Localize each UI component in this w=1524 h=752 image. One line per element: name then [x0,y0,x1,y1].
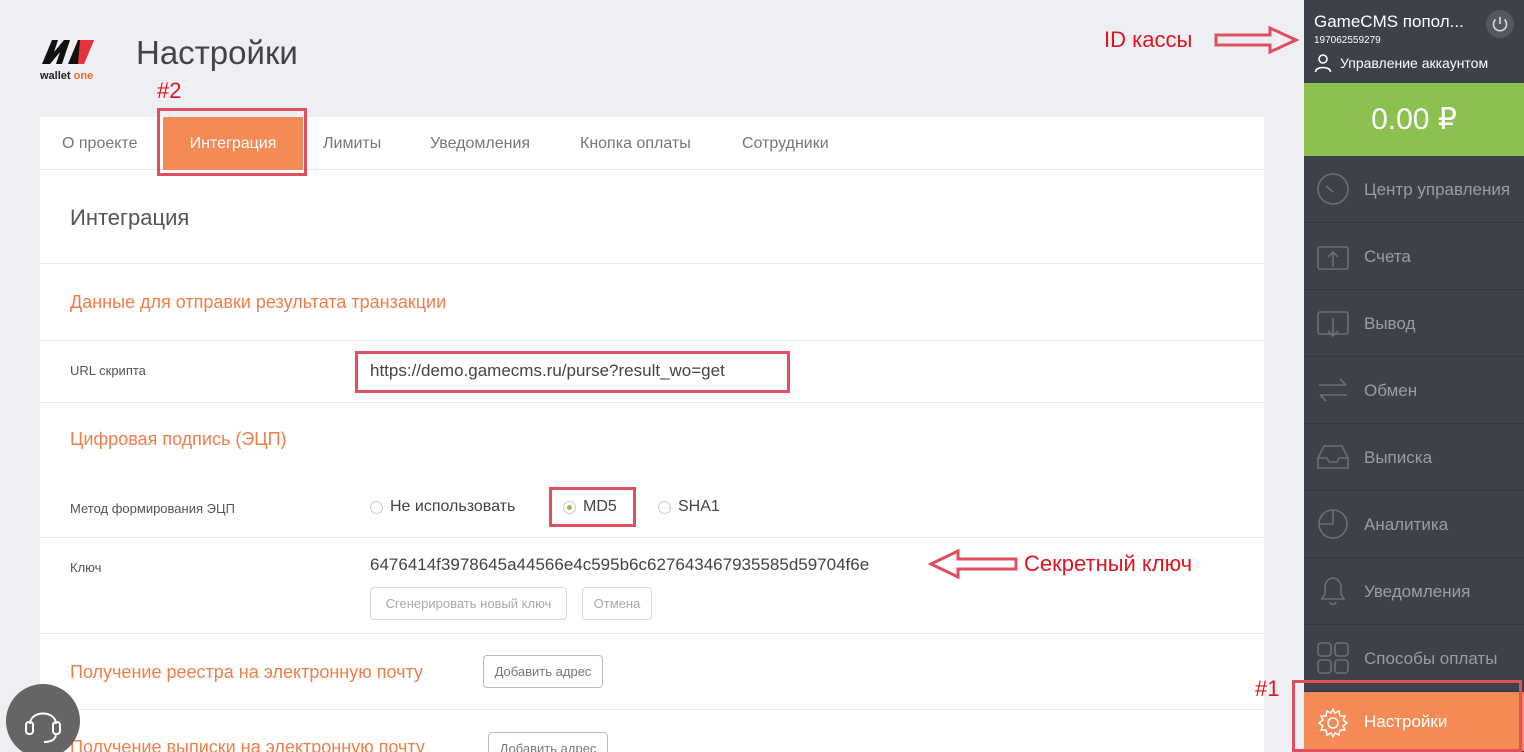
balance: 0.00 ₽ [1304,83,1524,156]
arrow-right-icon [1214,25,1300,55]
divider [40,402,1264,403]
settings-card: О проекте Интеграция Лимиты Уведомления … [40,117,1264,752]
statement-section-title: Получение выписки на электронную почту [70,737,425,752]
speedometer-icon [1317,173,1349,205]
annotation-marker-1: #1 [1255,676,1280,701]
annotation-marker-2: #2 [157,78,182,103]
tab-notifications[interactable]: Уведомления [430,117,530,170]
add-statement-address-button[interactable]: Добавить адрес [488,732,608,752]
radio-md5[interactable]: MD5 [563,498,617,516]
signature-section-title: Цифровая подпись (ЭЦП) [70,429,287,449]
sidebar: GameCMS попол... 197062559279 Управление… [1304,0,1524,752]
settings-tabs: О проекте Интеграция Лимиты Уведомления … [40,117,1264,170]
radio-dot [370,500,383,514]
wallet-one-logo[interactable]: wallet one [40,36,100,84]
gear-icon [1317,707,1349,739]
tab-integration[interactable]: Интеграция [163,117,303,170]
wallet-down-icon [1317,311,1349,338]
tab-payment-button[interactable]: Кнопка оплаты [580,117,691,170]
inbox-tray-icon [1317,445,1349,469]
tab-employees[interactable]: Сотрудники [742,117,829,170]
divider [40,537,1264,538]
sidebar-item-invoices[interactable]: Счета [1304,223,1524,290]
radio-dot [658,500,671,514]
annotation-secret-key: Секретный ключ [1024,551,1193,576]
sidebar-item-withdrawal[interactable]: Вывод [1304,290,1524,357]
arrow-left-icon [928,548,1018,580]
page-title: Настройки [136,34,298,71]
radio-label: SHA1 [678,498,720,515]
sidebar-item-dashboard[interactable]: Центр управления [1304,156,1524,223]
cancel-button[interactable]: Отмена [582,587,652,620]
sidebar-item-settings[interactable]: Настройки [1304,692,1524,752]
key-label: Ключ [70,560,102,575]
transaction-section-title: Данные для отправки результата транзакци… [70,292,447,312]
method-label: Метод формирования ЭЦП [70,501,235,516]
sidebar-item-statement[interactable]: Выписка [1304,424,1524,491]
annotation-cash-id: ID кассы [1104,27,1193,52]
radio-sha1[interactable]: SHA1 [658,498,720,516]
sidebar-item-payment-methods[interactable]: Способы оплаты [1304,625,1524,692]
exchange-arrows-icon [1319,378,1347,402]
radio-label: Не использовать [390,498,516,515]
integration-title: Интеграция [70,205,190,230]
registry-section-title: Получение реестра на электронную почту [70,662,423,682]
grid-icon [1317,642,1349,674]
sidebar-item-analytics[interactable]: Аналитика [1304,491,1524,558]
sidebar-item-exchange[interactable]: Обмен [1304,357,1524,424]
add-registry-address-button[interactable]: Добавить адрес [483,655,603,688]
user-icon [1314,54,1332,73]
power-button[interactable] [1486,10,1514,38]
radio-dot-selected [563,500,576,514]
headset-icon [25,712,61,743]
divider [40,263,1264,264]
url-label: URL скрипта [70,363,146,378]
power-icon [1492,17,1508,32]
account-id: 197062559279 [1314,35,1381,46]
account-name: GameCMS попол... [1314,12,1464,31]
radio-label: MD5 [583,498,617,515]
logo-text: wallet one [40,70,94,82]
wallet-up-icon [1317,246,1349,270]
manage-account-link[interactable]: Управление аккаунтом [1314,53,1488,73]
url-value[interactable]: https://demo.gamecms.ru/purse?result_wo=… [370,361,725,381]
secret-key-value[interactable]: 6476414f3978645a44566e4c595b6c6276434679… [370,555,869,575]
tab-about[interactable]: О проекте [62,117,137,170]
wallet-one-logo-icon [42,40,94,64]
divider [40,709,1264,710]
support-chat-button[interactable] [6,684,80,752]
bell-icon [1320,577,1346,606]
tab-limits[interactable]: Лимиты [323,117,381,170]
generate-key-button[interactable]: Сгенерировать новый ключ [370,587,567,620]
divider [40,340,1264,341]
divider [40,633,1264,634]
sidebar-item-notifications[interactable]: Уведомления [1304,558,1524,625]
radio-none[interactable]: Не использовать [370,498,515,516]
pie-chart-icon [1318,509,1348,539]
